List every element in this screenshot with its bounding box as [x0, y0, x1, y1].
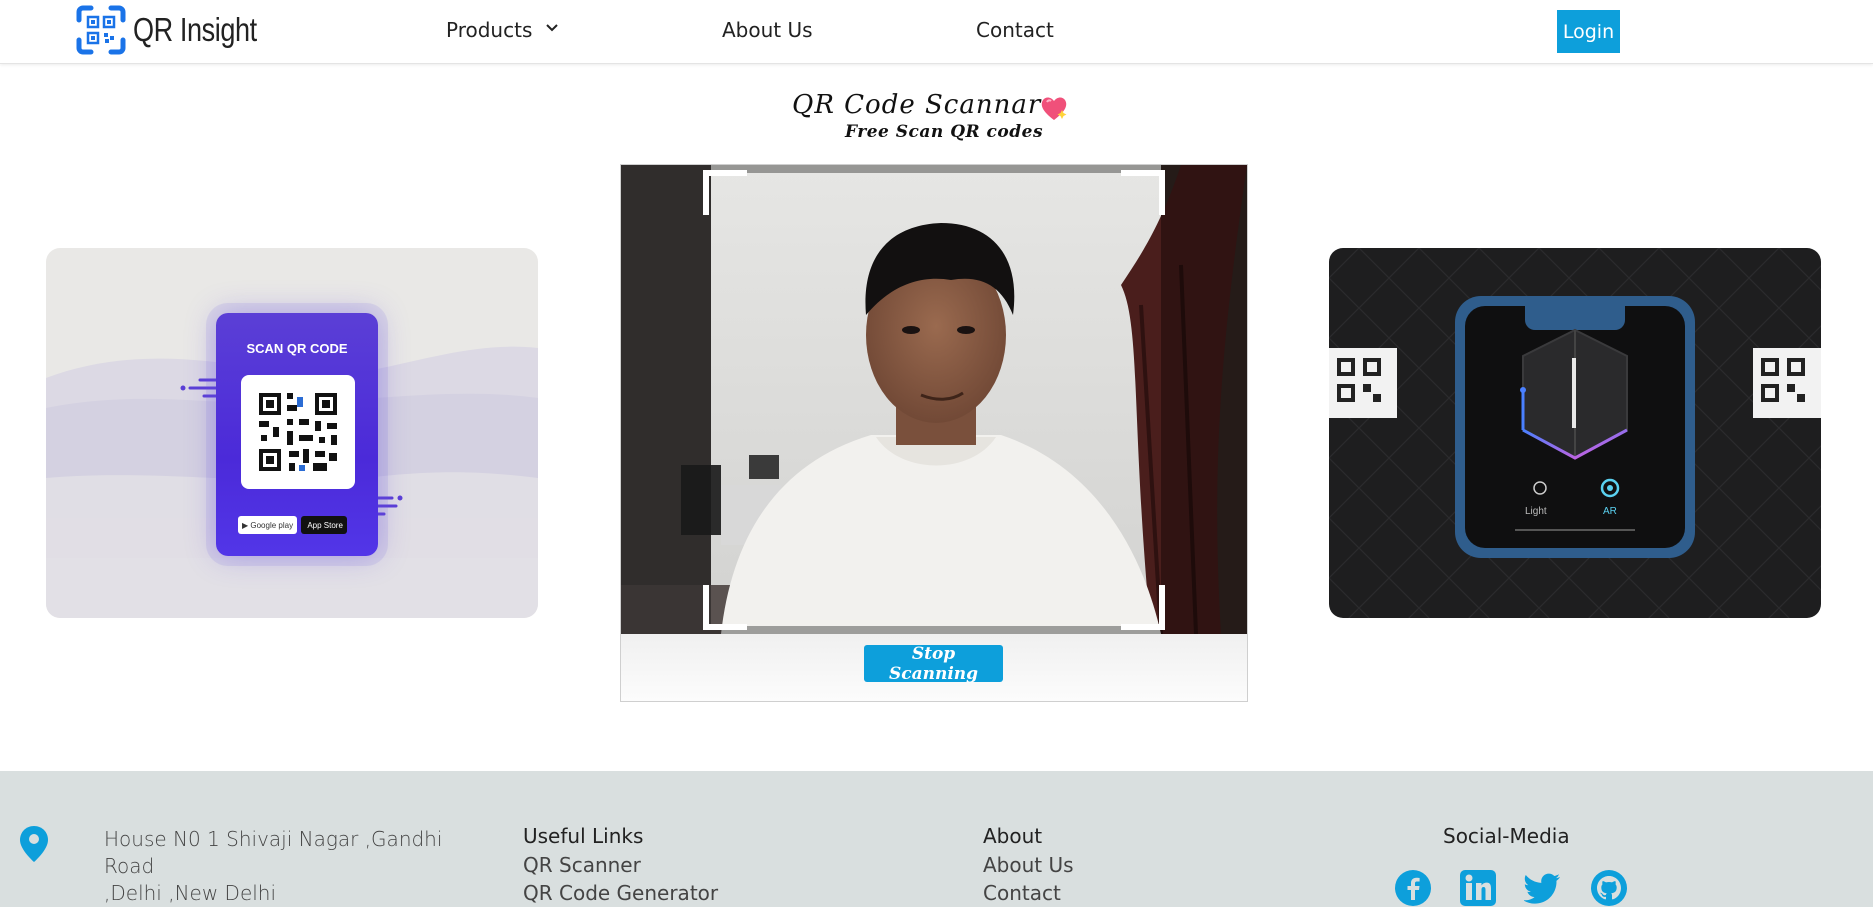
nav-about-us[interactable]: About Us: [722, 18, 813, 42]
stop-scanning-button[interactable]: Stop Scanning: [864, 644, 1003, 684]
app-store-badge[interactable]: App Store: [301, 516, 347, 534]
social-media-heading: Social-Media: [1443, 824, 1570, 848]
app-store-label: App Store: [307, 520, 343, 530]
address-line-2: ,Delhi ,New Delhi: [104, 881, 277, 905]
useful-links-heading: Useful Links: [523, 824, 644, 848]
nav-products[interactable]: Products: [446, 18, 559, 42]
sparkling-heart-icon: [1041, 97, 1067, 120]
google-play-label: Google play: [250, 520, 294, 530]
qr-code-icon: [259, 393, 337, 471]
nav-contact[interactable]: Contact: [976, 18, 1054, 42]
linkedin-icon[interactable]: [1459, 869, 1497, 907]
ar-scan-promo-card: Light AR: [1329, 248, 1821, 618]
scanner-subtitle: Free Scan QR codes: [845, 122, 1044, 142]
top-navbar: QR Insight Products About Us Contact Log…: [0, 0, 1873, 64]
scan-app-promo-card: SCAN QR CODE ▶ Google play App Store: [46, 248, 538, 618]
footer-link-qr-scanner[interactable]: QR Scanner: [523, 853, 641, 877]
scanner-controls: Stop Scanning: [621, 634, 1247, 701]
qr-code-image: [241, 375, 355, 489]
brand-logo[interactable]: QR Insight: [75, 4, 284, 56]
phone-card-heading: SCAN QR CODE: [246, 341, 348, 356]
twitter-icon[interactable]: [1524, 869, 1562, 907]
mode-light-label: Light: [1525, 506, 1547, 517]
footer-link-qr-generator[interactable]: QR Code Generator: [523, 881, 718, 905]
mode-ar-label: AR: [1603, 506, 1617, 517]
brand-name: QR Insight: [133, 11, 257, 48]
login-button[interactable]: Login: [1557, 10, 1620, 53]
facebook-icon[interactable]: [1394, 869, 1432, 907]
qr-phone-illustration: SCAN QR CODE ▶ Google play App Store: [216, 313, 378, 556]
qr-logo-icon: [76, 5, 126, 55]
nav-products-label: Products: [446, 18, 533, 42]
qr-scanner-widget: Stop Scanning: [620, 164, 1248, 702]
chevron-down-icon: [546, 24, 558, 32]
scanner-title: QR Code Scannar: [792, 90, 1042, 120]
camera-preview: [621, 165, 1247, 634]
store-badges: ▶ Google play App Store: [238, 516, 347, 534]
about-heading: About: [983, 824, 1043, 848]
address-line-1: House N0 1 Shivaji Nagar ,Gandhi Road: [104, 827, 443, 878]
site-footer: House N0 1 Shivaji Nagar ,Gandhi Road ,D…: [0, 771, 1873, 907]
github-icon[interactable]: [1590, 869, 1628, 907]
footer-address: House N0 1 Shivaji Nagar ,Gandhi Road ,D…: [104, 826, 484, 907]
location-pin-icon: [20, 826, 48, 862]
google-play-badge[interactable]: ▶ Google play: [238, 516, 298, 534]
footer-link-about-us[interactable]: About Us: [983, 853, 1074, 877]
ar-phone-illustration: [1329, 248, 1821, 618]
camera-feed-image: [621, 165, 1247, 634]
footer-link-contact[interactable]: Contact: [983, 881, 1061, 905]
